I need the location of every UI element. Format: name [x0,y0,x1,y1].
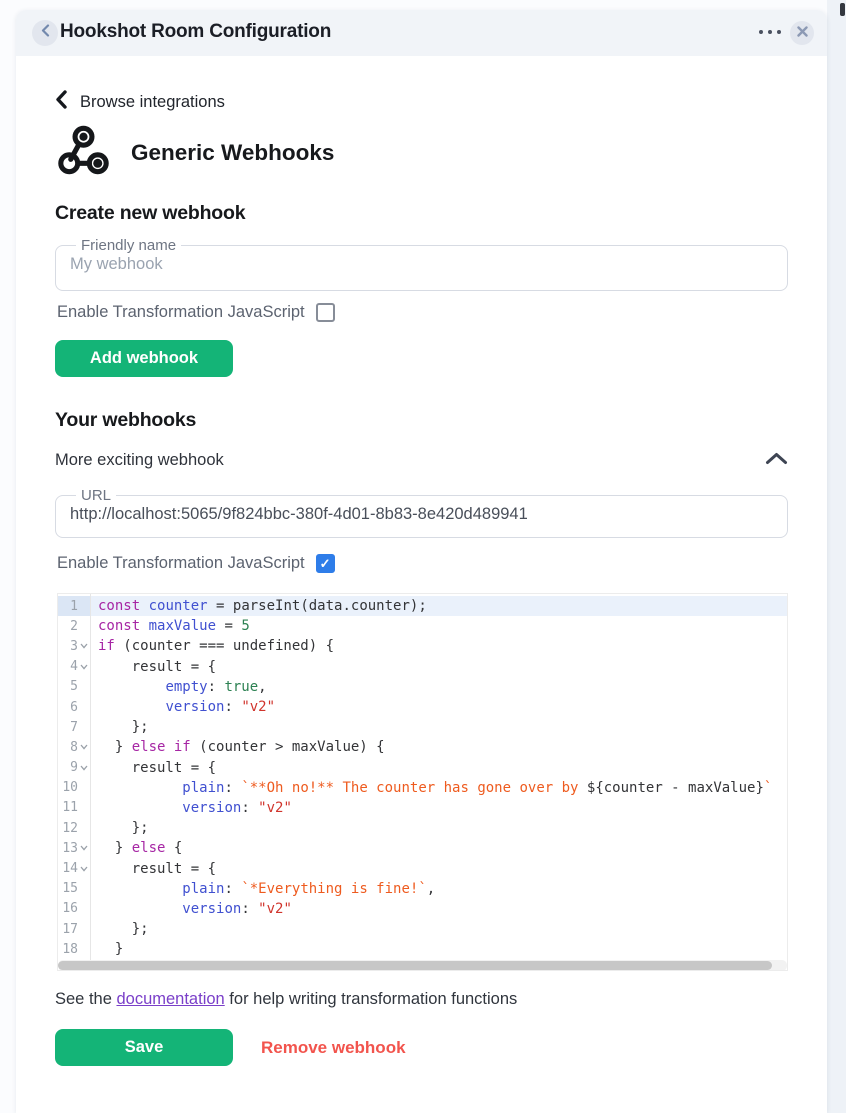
documentation-link[interactable]: documentation [116,990,224,1008]
gutter-line-17: 17 [58,919,90,939]
doc-text-before: See the [55,990,116,1008]
code-editor[interactable]: 123456789101112131415161718 const counte… [57,593,788,971]
browse-integrations-label: Browse integrations [80,93,225,112]
editor-hscrollbar-track [58,960,787,971]
gutter-line-10: 10 [58,778,90,798]
url-label: URL [76,487,116,504]
transform-label: Enable Transformation JavaScript [57,554,305,573]
your-webhooks-heading: Your webhooks [55,409,196,432]
transform-toggle-row-new: Enable Transformation JavaScript ✓ [57,303,335,322]
code-line-14: result = { [98,858,787,878]
transform-label: Enable Transformation JavaScript [57,303,305,322]
back-button[interactable] [32,20,58,46]
chevron-left-icon [55,90,67,114]
code-line-2: const maxValue = 5 [98,616,787,636]
editor-hscrollbar-thumb[interactable] [58,961,772,970]
gutter-line-11: 11 [58,798,90,818]
code-line-6: version: "v2" [98,697,787,717]
code-line-15: plain: `*Everything is fine!`, [98,879,787,899]
integration-header: Generic Webhooks [56,123,334,183]
url-input[interactable] [68,504,775,532]
hookshot-config-modal: Hookshot Room Configuration Browse integ… [16,10,827,1113]
transform-checkbox-existing[interactable]: ✓ [316,554,335,573]
gutter-line-18: 18 [58,939,90,959]
gutter-line-2: 2 [58,616,90,636]
code-line-8: } else if (counter > maxValue) { [98,737,787,757]
webhook-name: More exciting webhook [55,451,224,470]
code-line-1: const counter = parseInt(data.counter); [91,596,787,616]
code-line-7: }; [98,717,787,737]
gutter-line-5: 5 [58,677,90,697]
page-scrollbar-thumb[interactable] [840,3,845,16]
transform-checkbox-new[interactable]: ✓ [316,303,335,322]
documentation-hint: See the documentation for help writing t… [55,990,517,1009]
webhook-list-item[interactable]: More exciting webhook [55,451,788,470]
gutter-line-12: 12 [58,818,90,838]
create-webhook-heading: Create new webhook [55,202,245,225]
friendly-name-input[interactable] [68,254,775,282]
code-line-11: version: "v2" [98,798,787,818]
gutter-line-15: 15 [58,879,90,899]
page-scrollbar-track [827,0,846,1113]
transform-toggle-row-existing: Enable Transformation JavaScript ✓ [57,554,335,573]
url-field: URL [55,487,788,538]
editor-gutter: 123456789101112131415161718 [58,594,91,960]
code-line-18: } [98,939,787,959]
editor-code: const counter = parseInt(data.counter);c… [91,594,787,960]
friendly-name-label: Friendly name [76,237,181,254]
gutter-line-7: 7 [58,717,90,737]
webhook-icon [56,123,111,183]
gutter-line-16: 16 [58,899,90,919]
gutter-line-14[interactable]: 14 [58,858,90,878]
friendly-name-field: Friendly name [55,237,788,291]
code-line-16: version: "v2" [98,899,787,919]
close-button[interactable] [790,21,814,45]
gutter-line-6: 6 [58,697,90,717]
code-line-12: }; [98,818,787,838]
modal-header: Hookshot Room Configuration [16,10,827,56]
gutter-line-9[interactable]: 9 [58,758,90,778]
overflow-menu-icon[interactable] [759,30,781,34]
close-icon [797,24,808,42]
gutter-line-4[interactable]: 4 [58,657,90,677]
doc-text-after: for help writing transformation function… [225,990,518,1008]
code-line-10: plain: `**Oh no!** The counter has gone … [98,778,787,798]
gutter-line-3[interactable]: 3 [58,636,90,656]
gutter-line-13[interactable]: 13 [58,838,90,858]
add-webhook-button[interactable]: Add webhook [55,340,233,377]
check-icon: ✓ [320,557,331,570]
code-line-9: result = { [98,758,787,778]
code-line-4: result = { [98,657,787,677]
gutter-line-8[interactable]: 8 [58,737,90,757]
gutter-line-1: 1 [58,596,90,616]
code-line-3: if (counter === undefined) { [98,636,787,656]
save-button[interactable]: Save [55,1029,233,1066]
code-line-17: }; [98,919,787,939]
code-line-13: } else { [98,838,787,858]
modal-title: Hookshot Room Configuration [60,21,331,43]
code-line-5: empty: true, [98,677,787,697]
footer-actions: Save Remove webhook [55,1029,406,1066]
browse-integrations-link[interactable]: Browse integrations [55,90,225,114]
chevron-left-icon [41,24,50,42]
chevron-up-icon[interactable] [765,452,788,470]
remove-webhook-button[interactable]: Remove webhook [261,1038,406,1058]
integration-name: Generic Webhooks [131,140,334,166]
